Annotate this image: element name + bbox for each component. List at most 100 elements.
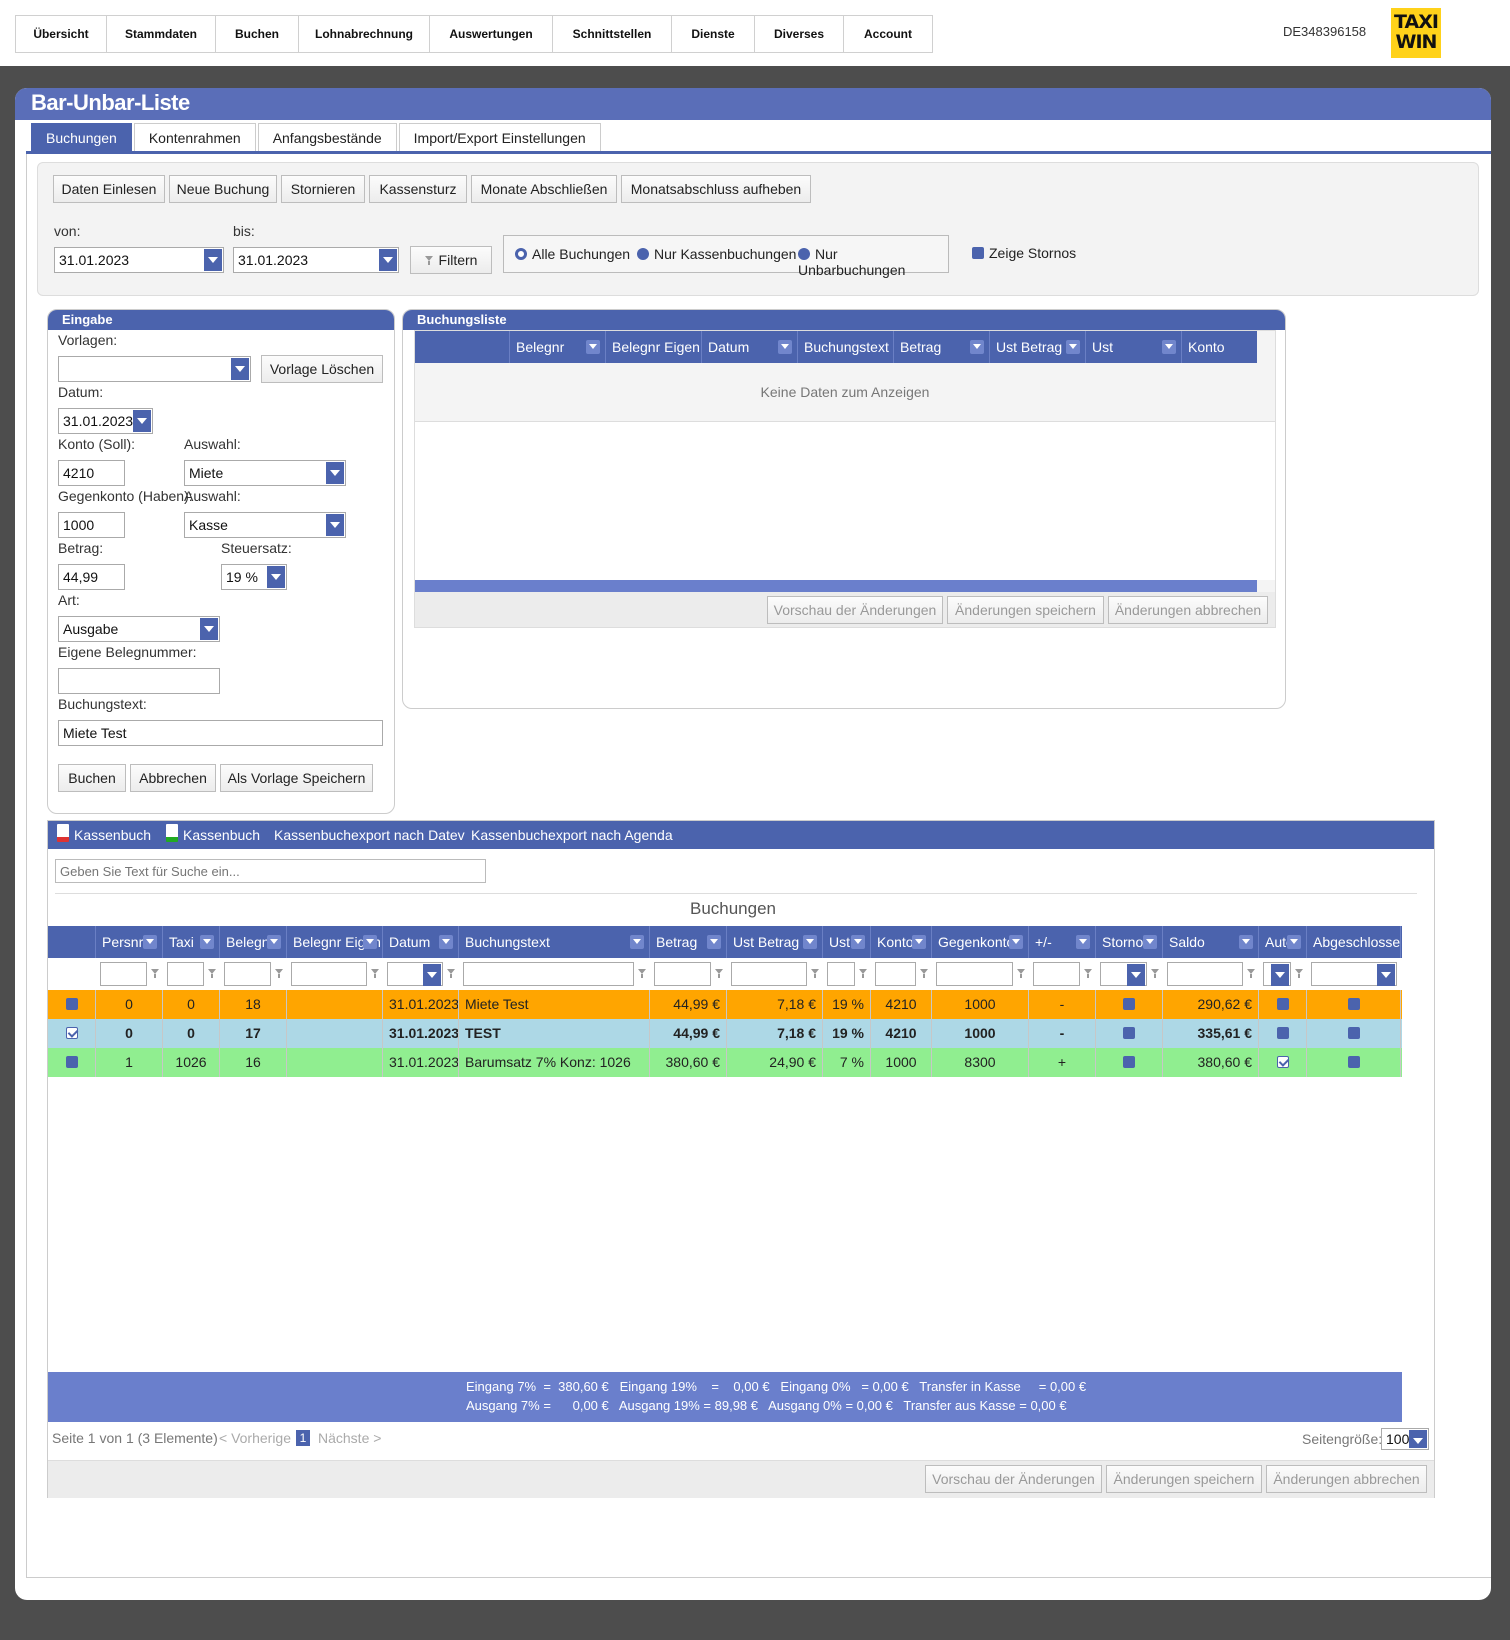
nav-account[interactable]: Account [844,16,932,52]
col-ust[interactable]: Ust [823,926,871,958]
funnel-icon[interactable] [811,969,819,979]
col-belegnr-eigen[interactable]: Belegnr Eigen [287,926,383,958]
tab-kontenrahmen[interactable]: Kontenrahmen [133,123,256,152]
col-select-cell[interactable] [48,990,96,1019]
filter-dropdown-icon[interactable] [912,935,926,949]
col-plusminus[interactable]: +/- [1029,926,1096,958]
col-belegnr-eigen-filter[interactable] [291,962,367,986]
checkbox-icon[interactable] [1347,998,1360,1010]
pager-prev[interactable]: < Vorherige [219,1430,291,1446]
chevron-down-icon[interactable] [423,964,441,986]
nav-lohnabrechnung[interactable]: Lohnabrechnung [299,16,430,52]
nav-auswertungen[interactable]: Auswertungen [430,16,553,52]
col-belegnr-eigen[interactable]: Belegnr Eigen [606,331,702,363]
col-abgeschlossen[interactable]: Abgeschlossen [1307,926,1401,958]
auswahl-gegenkonto-select[interactable]: Kasse [184,512,346,538]
chevron-down-icon[interactable] [200,618,218,640]
radio-alle-buchungen[interactable]: Alle Buchungen [515,246,630,262]
bis-date-picker[interactable]: 31.01.2023 [233,247,399,273]
vorlage-loeschen-button[interactable]: Vorlage Löschen [261,355,383,383]
col-betrag[interactable]: Betrag [894,331,990,363]
nav-diverses[interactable]: Diverses [755,16,844,52]
col-saldo[interactable]: Saldo [1163,926,1259,958]
col-buchungstext[interactable]: Buchungstext [798,331,894,363]
daten-einlesen-button[interactable]: Daten Einlesen [53,175,165,203]
checkbox-icon[interactable] [65,1056,78,1068]
betrag-input[interactable]: 44,99 [58,564,125,590]
table-row[interactable]: 0 0 17 31.01.2023 TEST 44,99 €7,18 €19 % 4210 1… [48,1019,1402,1049]
checkbox-icon[interactable] [1123,998,1135,1010]
filter-dropdown-icon[interactable] [586,340,600,354]
kassensturz-button[interactable]: Kassensturz [369,175,467,203]
col-saldo-filter[interactable] [1167,962,1243,986]
export-kassenbuch-pdf[interactable]: Kassenbuch [57,821,151,849]
col-taxi[interactable]: Taxi [163,926,220,958]
col-ust-filter[interactable] [827,962,855,986]
col-konto[interactable]: Konto [871,926,932,958]
filter-dropdown-icon[interactable] [970,340,984,354]
table-row[interactable]: 0 0 18 31.01.2023 Miete Test 44,99 €7,18 €19 … [48,990,1402,1020]
filter-button[interactable]: Filtern [410,246,492,274]
nav-buchen[interactable]: Buchen [216,16,299,52]
col-persnr-filter[interactable] [100,962,147,986]
funnel-icon[interactable] [715,969,723,979]
funnel-icon[interactable] [151,969,159,979]
col-belegnr-filter[interactable] [224,962,271,986]
radio-nur-unbarbuchungen[interactable]: Nur Unbarbuchungen [798,246,948,278]
col-gegenkonto-filter[interactable] [936,962,1013,986]
col-storno-cell[interactable] [1096,990,1163,1019]
buchen-button[interactable]: Buchen [58,764,126,792]
filter-dropdown-icon[interactable] [363,935,377,949]
col-abgeschlossen-filter[interactable] [1311,962,1397,986]
steuersatz-select[interactable]: 19 % [221,564,287,590]
zeige-stornos-checkbox[interactable]: Zeige Stornos [972,245,1076,261]
neue-buchung-button[interactable]: Neue Buchung [169,175,277,203]
export-datev[interactable]: Kassenbuchexport nach Datev [274,821,465,849]
von-date-picker[interactable]: 31.01.2023 [54,247,224,273]
chevron-down-icon[interactable] [1409,1430,1427,1448]
col-belegnr[interactable]: Belegnr [510,331,606,363]
pager-page-1[interactable]: 1 [296,1430,310,1446]
filter-dropdown-icon[interactable] [1076,935,1090,949]
col-gegenkonto[interactable]: Gegenkonto [932,926,1029,958]
chevron-down-icon[interactable] [267,566,285,588]
radio-nur-kassenbuchungen[interactable]: Nur Kassenbuchungen [637,246,796,262]
funnel-icon[interactable] [1151,969,1159,979]
col-datum-filter[interactable] [387,962,443,986]
col-auto-cell[interactable] [1259,990,1307,1019]
col-datum[interactable]: Datum [383,926,459,958]
filter-dropdown-icon[interactable] [1287,935,1301,949]
col-buchungstext[interactable]: Buchungstext [459,926,650,958]
monatsabschluss-aufheben-button[interactable]: Monatsabschluss aufheben [621,175,811,203]
nav-uebersicht[interactable]: Übersicht [16,16,107,52]
chevron-down-icon[interactable] [133,410,151,432]
col-auto[interactable]: Auto [1259,926,1307,958]
abbrechen-button[interactable]: Abbrechen [130,764,216,792]
col-plusminus-filter[interactable] [1033,962,1080,986]
col-select-cell[interactable] [48,1019,96,1048]
chevron-down-icon[interactable] [1127,964,1145,986]
col-abgeschlossen-cell[interactable] [1307,1048,1401,1077]
filter-dropdown-icon[interactable] [1143,935,1157,949]
col-buchungstext-filter[interactable] [463,962,634,986]
col-select-cell[interactable] [48,1048,96,1077]
checkbox-icon[interactable] [1276,1027,1289,1039]
col-betrag[interactable]: Betrag [650,926,727,958]
filter-dropdown-icon[interactable] [778,340,792,354]
filter-dropdown-icon[interactable] [630,935,644,949]
funnel-icon[interactable] [920,969,928,979]
auswahl-konto-select[interactable]: Miete [184,460,346,486]
funnel-icon[interactable] [371,969,379,979]
col-konto[interactable]: Konto [1182,331,1257,363]
export-kassenbuch-xls[interactable]: Kassenbuch [166,821,260,849]
page-size-select[interactable]: 100 [1381,1428,1429,1450]
nav-schnittstellen[interactable]: Schnittstellen [553,16,672,52]
eigene-belegnummer-input[interactable] [58,668,220,694]
art-select[interactable]: Ausgabe [58,616,220,642]
col-abgeschlossen-cell[interactable] [1307,990,1401,1019]
stornieren-button[interactable]: Stornieren [281,175,365,203]
col-belegnr[interactable]: Belegnr [220,926,287,958]
datum-picker[interactable]: 31.01.2023 [58,408,153,434]
search-input[interactable] [55,859,486,883]
col-datum[interactable]: Datum [702,331,798,363]
